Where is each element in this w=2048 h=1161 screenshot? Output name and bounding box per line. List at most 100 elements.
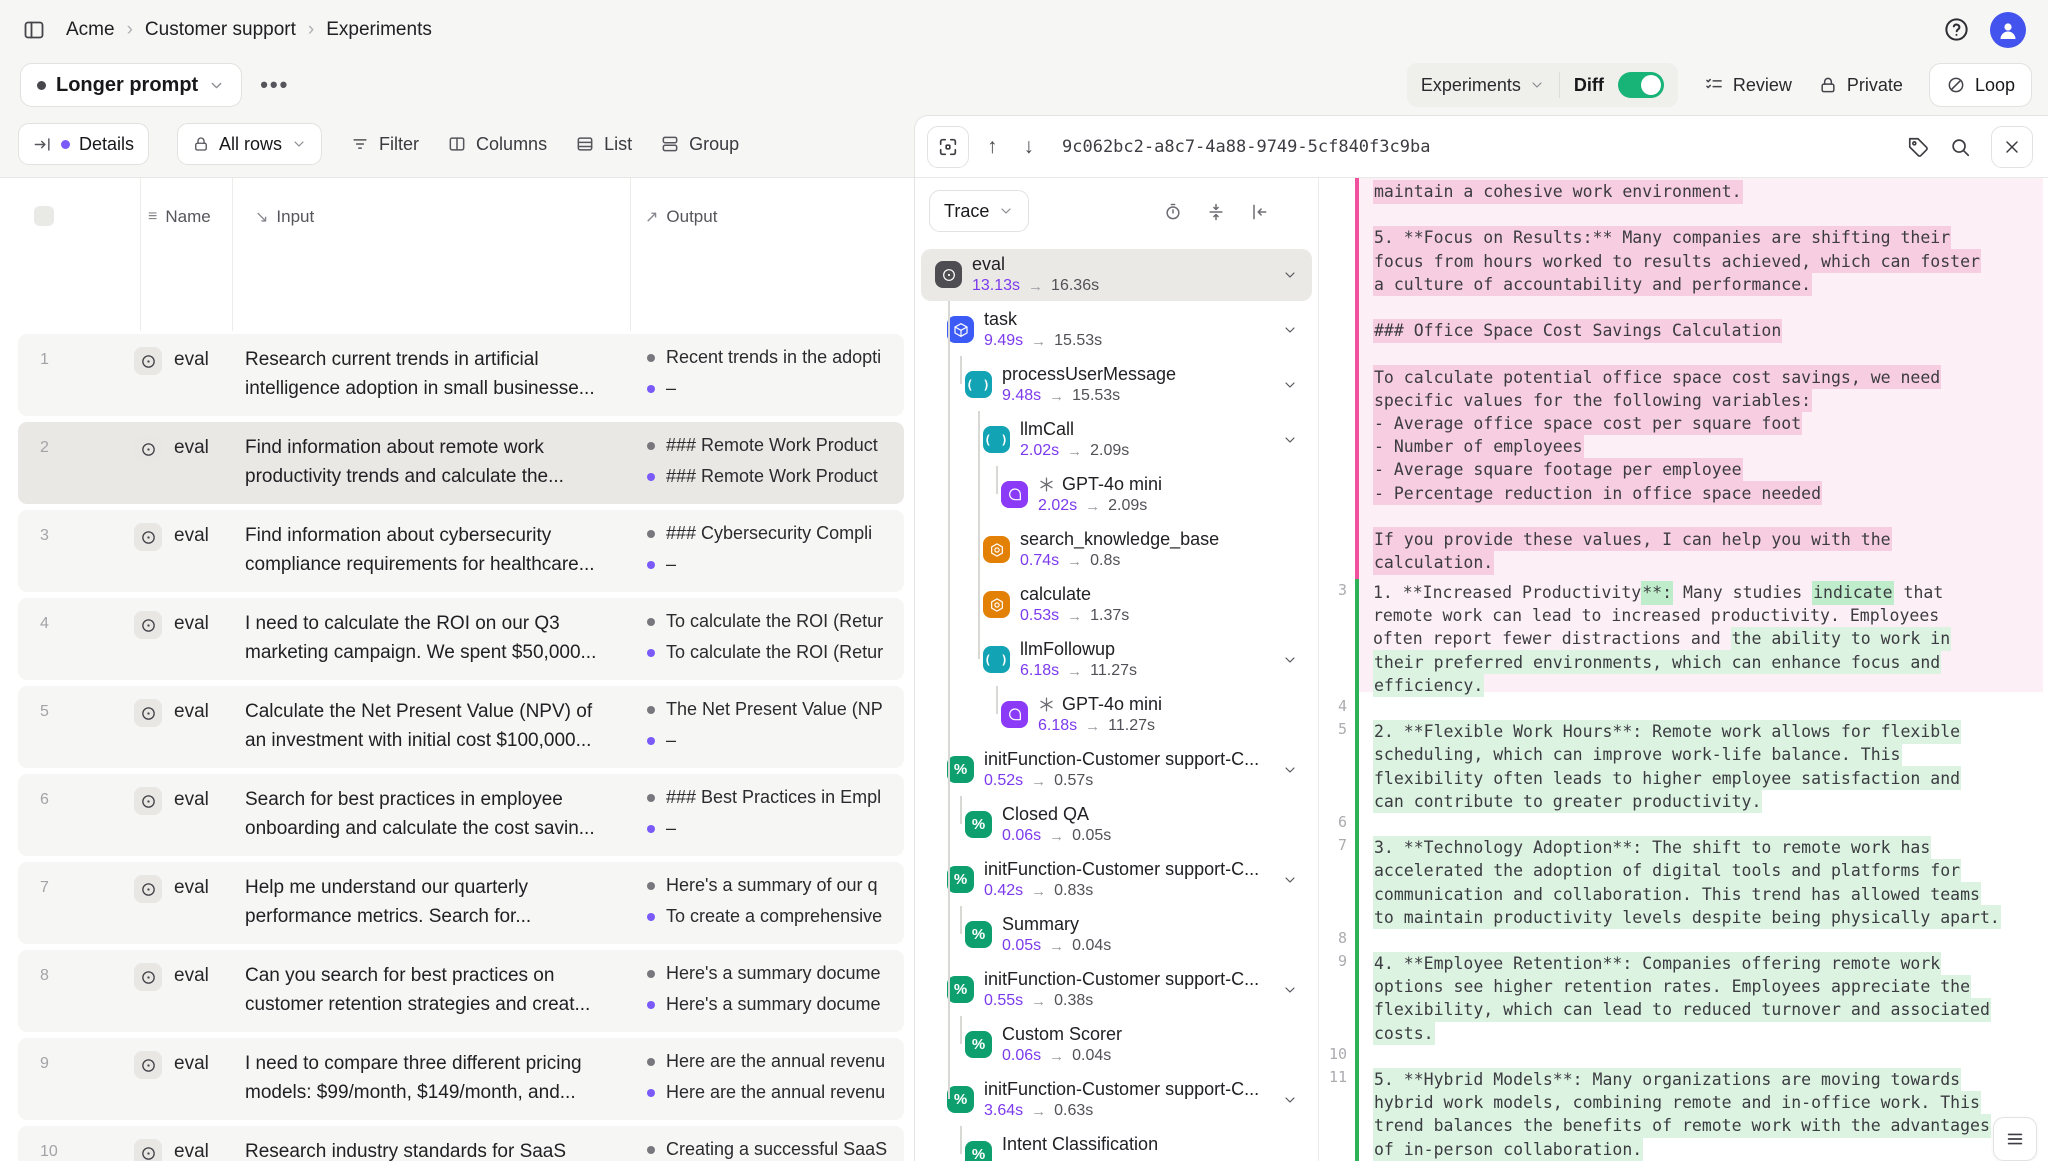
trace-tree-node[interactable]: GPT-4o mini 2.02s→2.09s: [921, 469, 1312, 521]
row-name: eval: [174, 701, 209, 723]
sidebar-toggle-icon[interactable]: [22, 18, 46, 42]
collapse-panel-icon[interactable]: [1249, 202, 1269, 222]
table-row[interactable]: 8 eval Can you search for best practices…: [18, 950, 904, 1032]
row-input: Help me understand our quarterlyperforma…: [245, 873, 629, 931]
expand-panel-button[interactable]: [927, 126, 969, 168]
table-row[interactable]: 9 eval I need to compare three different…: [18, 1038, 904, 1120]
output-bullet-compare: [647, 825, 655, 833]
next-row-button[interactable]: ↓: [1016, 135, 1043, 159]
row-input: Research industry standards for SaaS: [245, 1137, 629, 1161]
breadcrumb-separator: ›: [308, 19, 314, 41]
table-row[interactable]: 5 eval Calculate the Net Present Value (…: [18, 686, 904, 768]
breadcrumb-org[interactable]: Acme: [66, 19, 115, 41]
table-row[interactable]: 7 eval Help me understand our quarterlyp…: [18, 862, 904, 944]
column-header-input[interactable]: ↘Input: [255, 207, 314, 227]
select-all-checkbox[interactable]: [34, 206, 54, 226]
details-status-dot: [61, 140, 70, 149]
group-button[interactable]: Group: [660, 134, 739, 155]
timing-icon[interactable]: [1163, 202, 1183, 222]
details-button[interactable]: Details: [18, 123, 149, 165]
experiment-name: Longer prompt: [56, 74, 198, 97]
chevron-down-icon[interactable]: [1282, 267, 1298, 283]
row-name: eval: [174, 1053, 209, 1075]
tree-connector: [960, 906, 962, 934]
search-icon[interactable]: [1949, 136, 1971, 158]
row-number: 3: [40, 527, 49, 545]
breadcrumb-section[interactable]: Experiments: [326, 19, 432, 41]
chevron-down-icon[interactable]: [1282, 1092, 1298, 1108]
experiment-selector[interactable]: Longer prompt: [20, 63, 242, 107]
close-panel-button[interactable]: [1991, 126, 2033, 168]
span-name: calculate: [1020, 584, 1091, 605]
chevron-down-icon[interactable]: [1282, 762, 1298, 778]
table-row[interactable]: 2 eval Find information about remote wor…: [18, 422, 904, 504]
trace-tree-node[interactable]: % initFunction-Customer support-C... 3.6…: [921, 1074, 1312, 1126]
chevron-down-icon[interactable]: [1282, 322, 1298, 338]
column-header-name[interactable]: ≡Name: [148, 207, 211, 227]
span-type-icon: ( ): [983, 426, 1010, 453]
prev-row-button[interactable]: ↑: [979, 135, 1006, 159]
chevron-down-icon[interactable]: [1282, 377, 1298, 393]
breadcrumb-project[interactable]: Customer support: [145, 19, 296, 41]
span-type-icon: [1001, 481, 1028, 508]
trace-tree-node[interactable]: % Intent Classification →: [921, 1129, 1312, 1161]
diff-menu-button[interactable]: [1993, 1117, 2037, 1161]
span-name: Closed QA: [1002, 804, 1089, 825]
trace-tree-node[interactable]: % Custom Scorer 0.06s→0.04s: [921, 1019, 1312, 1071]
trace-tree-node[interactable]: search_knowledge_base 0.74s→0.8s: [921, 524, 1312, 576]
span-timing: 0.05s→0.04s: [1002, 937, 1111, 955]
trace-tree-node[interactable]: GPT-4o mini 6.18s→11.27s: [921, 689, 1312, 741]
column-divider: [630, 178, 631, 331]
experiment-header-row: Longer prompt ••• Experiments Diff Revie…: [0, 59, 2048, 111]
column-divider: [232, 178, 233, 331]
tag-icon[interactable]: [1907, 136, 1929, 158]
tree-connector: [960, 1016, 962, 1044]
row-input: Find information about cybersecuritycomp…: [245, 521, 629, 579]
eval-icon: [134, 347, 162, 375]
trace-tree-node[interactable]: % initFunction-Customer support-C... 0.5…: [921, 744, 1312, 796]
column-header-output[interactable]: ↗Output: [645, 207, 717, 227]
eval-icon: [134, 699, 162, 727]
trace-tree-node[interactable]: % Summary 0.05s→0.04s: [921, 909, 1312, 961]
trace-tree-node[interactable]: calculate 0.53s→1.37s: [921, 579, 1312, 631]
avatar[interactable]: [1990, 12, 2026, 48]
diff-toggle[interactable]: [1618, 72, 1664, 98]
rows-filter-dropdown[interactable]: All rows: [177, 123, 322, 165]
trace-tree-node[interactable]: task 9.49s→15.53s: [921, 304, 1312, 356]
chevron-down-icon[interactable]: [1282, 872, 1298, 888]
collapse-all-icon[interactable]: [1206, 202, 1226, 222]
table-row[interactable]: 3 eval Find information about cybersecur…: [18, 510, 904, 592]
list-button[interactable]: List: [575, 134, 632, 155]
columns-button[interactable]: Columns: [447, 134, 547, 155]
table-row[interactable]: 4 eval I need to calculate the ROI on ou…: [18, 598, 904, 680]
trace-tree-node[interactable]: ( ) llmCall 2.02s→2.09s: [921, 414, 1312, 466]
trace-tree-node[interactable]: ( ) processUserMessage 9.48s→15.53s: [921, 359, 1312, 411]
trace-tree-node[interactable]: % Closed QA 0.06s→0.05s: [921, 799, 1312, 851]
review-button[interactable]: Review: [1704, 75, 1792, 96]
chevron-down-icon[interactable]: [1282, 982, 1298, 998]
span-type-icon: %: [965, 921, 992, 948]
table-row[interactable]: 1 eval Research current trends in artifi…: [18, 334, 904, 416]
row-output: Recent trends in the adopti –: [647, 334, 904, 416]
private-button[interactable]: Private: [1818, 75, 1903, 96]
filter-button[interactable]: Filter: [350, 134, 419, 155]
more-actions-button[interactable]: •••: [260, 72, 289, 98]
trace-tree-node[interactable]: % initFunction-Customer support-C... 0.5…: [921, 964, 1312, 1016]
trace-id: 9c062bc2-a8c7-4a88-9749-5cf840f3c9ba: [1062, 137, 1430, 157]
row-name: eval: [174, 613, 209, 635]
chevron-down-icon[interactable]: [1282, 652, 1298, 668]
trace-tree-node[interactable]: % initFunction-Customer support-C... 0.4…: [921, 854, 1312, 906]
trace-view-dropdown[interactable]: Trace: [929, 190, 1029, 232]
breadcrumb-separator: ›: [127, 19, 133, 41]
trace-tree-node[interactable]: eval 13.13s→16.36s: [921, 249, 1312, 301]
chevron-down-icon[interactable]: [1282, 432, 1298, 448]
loop-button[interactable]: Loop: [1929, 63, 2032, 107]
help-icon[interactable]: [1943, 16, 1970, 43]
span-name: Custom Scorer: [1002, 1024, 1122, 1045]
table-row[interactable]: 10 eval Research industry standards for …: [18, 1126, 904, 1161]
table-row[interactable]: 6 eval Search for best practices in empl…: [18, 774, 904, 856]
output-bullet-compare: [647, 1001, 655, 1009]
eval-icon: [134, 1051, 162, 1079]
trace-tree-node[interactable]: ( ) llmFollowup 6.18s→11.27s: [921, 634, 1312, 686]
experiments-view-select[interactable]: Experiments: [1421, 75, 1545, 96]
